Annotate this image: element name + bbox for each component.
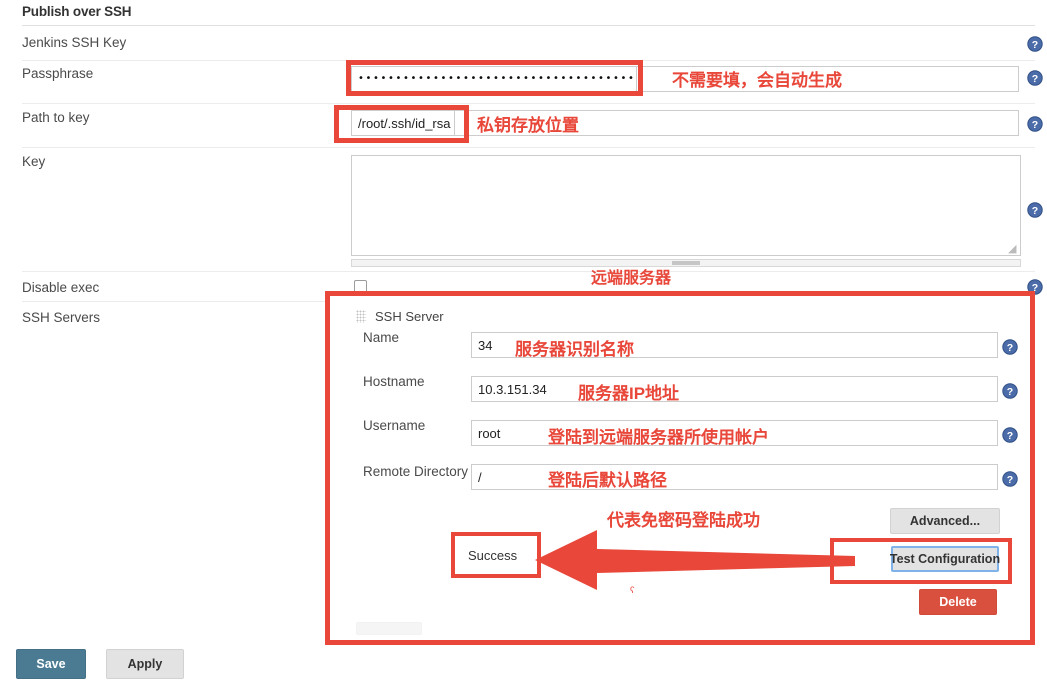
svg-text:?: ? — [1007, 474, 1013, 486]
drag-grip-icon[interactable] — [356, 310, 366, 323]
help-circle-icon[interactable]: ? — [1027, 279, 1043, 295]
row-divider — [22, 103, 1035, 104]
help-circle-icon[interactable]: ? — [1002, 339, 1018, 355]
help-circle-icon[interactable]: ? — [1002, 427, 1018, 443]
name-value: 34 — [478, 337, 493, 353]
hostname-input[interactable]: 10.3.151.34 — [471, 376, 998, 402]
path-to-key-input[interactable]: /root/.ssh/id_rsa — [351, 110, 455, 136]
page-title: Publish over SSH — [22, 4, 132, 19]
svg-text:?: ? — [1032, 282, 1038, 294]
username-label: Username — [363, 418, 426, 433]
header-divider — [22, 25, 1035, 26]
annotation-remote-server: 远端服务器 — [591, 270, 672, 287]
hostname-value: 10.3.151.34 — [478, 381, 547, 397]
row-divider — [22, 60, 1035, 61]
test-configuration-button[interactable]: Test Configuration — [890, 546, 1000, 572]
svg-text:?: ? — [1007, 386, 1013, 398]
test-result-box: Success — [455, 535, 537, 575]
annotation-success: 代表免密码登陆成功 — [607, 511, 760, 530]
svg-text:?: ? — [1007, 342, 1013, 354]
passphrase-label: Passphrase — [22, 66, 94, 81]
help-circle-icon[interactable]: ? — [1027, 116, 1043, 132]
stray-mark-icon: ʕ — [630, 585, 635, 595]
annotation-path-to-key: 私钥存放位置 — [477, 116, 579, 135]
annotation-passphrase: 不需要填，会自动生成 — [672, 71, 842, 90]
add-server-button[interactable] — [356, 622, 422, 635]
help-circle-icon[interactable]: ? — [1002, 383, 1018, 399]
disable-exec-label: Disable exec — [22, 280, 100, 295]
annotation-name: 服务器识别名称 — [515, 340, 634, 359]
help-circle-icon[interactable]: ? — [1027, 36, 1043, 52]
delete-button[interactable]: Delete — [919, 589, 997, 615]
path-to-key-value: /root/.ssh/id_rsa — [358, 115, 451, 131]
svg-text:?: ? — [1032, 205, 1038, 217]
save-button[interactable]: Save — [16, 649, 86, 679]
key-textarea[interactable]: ◢ — [351, 155, 1021, 256]
help-circle-icon[interactable]: ? — [1002, 471, 1018, 487]
remote-directory-label: Remote Directory — [363, 464, 469, 479]
help-circle-icon[interactable]: ? — [1027, 202, 1043, 218]
annotation-username: 登陆到远端服务器所使用帐户 — [548, 428, 769, 447]
remote-directory-value: / — [478, 469, 482, 485]
row-divider — [22, 147, 1035, 148]
disable-exec-checkbox[interactable] — [354, 280, 367, 293]
hostname-label: Hostname — [363, 374, 425, 389]
svg-text:?: ? — [1032, 39, 1038, 51]
resize-handle-icon[interactable]: ◢ — [1008, 244, 1018, 255]
apply-button[interactable]: Apply — [106, 649, 184, 679]
test-result-text: Success — [468, 547, 518, 563]
row-divider — [22, 271, 1035, 272]
annotation-remote-directory: 登陆后默认路径 — [548, 471, 667, 490]
name-label: Name — [363, 330, 400, 345]
jenkins-ssh-key-label: Jenkins SSH Key — [22, 35, 127, 50]
help-circle-icon[interactable]: ? — [1027, 70, 1043, 86]
publish-over-ssh-config-page: Publish over SSH Jenkins SSH Key ? Passp… — [0, 0, 1047, 692]
path-to-key-label: Path to key — [22, 110, 90, 125]
passphrase-input[interactable]: ••••••••••••••••••••••••••••••••••••••••… — [351, 66, 637, 92]
ssh-server-panel: SSH Server Name 34 Hostname 10.3.151.34 … — [330, 297, 1030, 637]
svg-text:?: ? — [1032, 119, 1038, 131]
advanced-button[interactable]: Advanced... — [890, 508, 1000, 534]
annotation-hostname: 服务器IP地址 — [578, 384, 680, 403]
key-label: Key — [22, 154, 46, 169]
ssh-server-title: SSH Server — [375, 309, 444, 324]
username-value: root — [478, 425, 501, 441]
ssh-servers-label: SSH Servers — [22, 310, 101, 325]
svg-text:?: ? — [1007, 430, 1013, 442]
textarea-resize-bar[interactable] — [351, 259, 1021, 267]
svg-text:?: ? — [1032, 73, 1038, 85]
passphrase-value: ••••••••••••••••••••••••••••••••••••••••… — [358, 73, 636, 84]
